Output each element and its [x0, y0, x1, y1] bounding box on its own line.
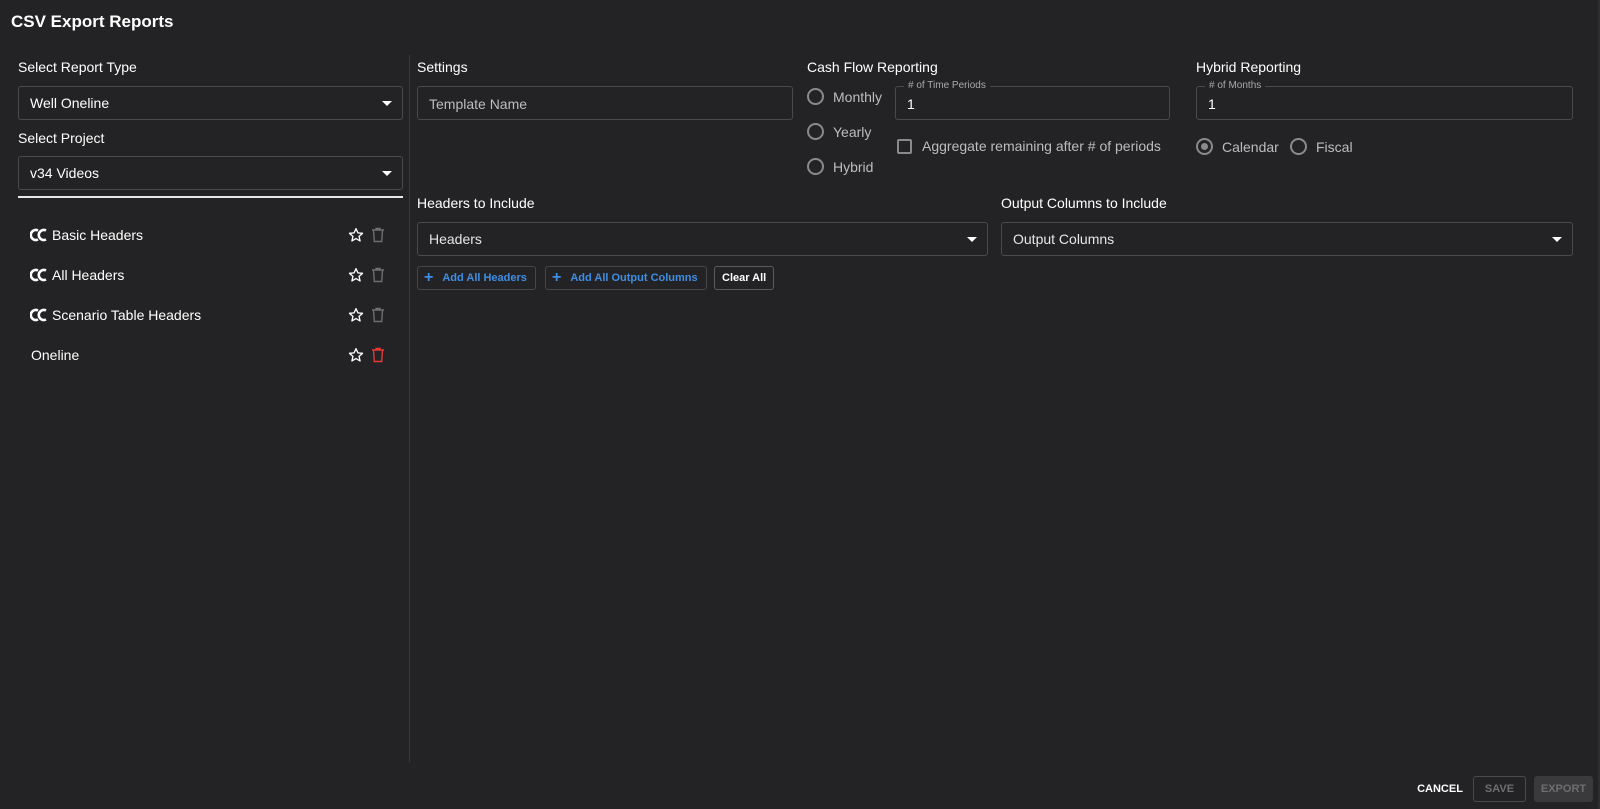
star-outline-icon[interactable]	[348, 227, 364, 243]
cancel-label: CANCEL	[1417, 783, 1463, 795]
project-value: v34 Videos	[30, 165, 100, 181]
project-label: Select Project	[18, 130, 105, 146]
cash-flow-label: Cash Flow Reporting	[807, 59, 938, 75]
time-periods-label: # of Time Periods	[904, 80, 990, 91]
star-outline-icon[interactable]	[348, 307, 364, 323]
radio-circle-checked[interactable]	[1196, 138, 1213, 155]
template-name-placeholder: Template Name	[429, 96, 528, 112]
add-all-headers-label: Add All Headers	[442, 272, 527, 284]
report-type-select[interactable]: Well Oneline	[18, 86, 403, 120]
output-columns-select-value: Output Columns	[1013, 231, 1115, 247]
headers-select-value: Headers	[429, 231, 482, 247]
template-name: All Headers	[52, 267, 125, 283]
template-item-basic-headers[interactable]: Basic Headers	[18, 218, 398, 252]
output-columns-label: Output Columns to Include	[1001, 195, 1167, 211]
radio-calendar-label: Calendar	[1222, 138, 1279, 155]
template-item-all-headers[interactable]: All Headers	[18, 258, 398, 292]
save-label: SAVE	[1484, 783, 1515, 795]
aggregate-label: Aggregate remaining after # of periods	[922, 138, 1161, 154]
clear-all-button[interactable]: Clear All	[714, 266, 775, 290]
radio-fiscal-label: Fiscal	[1316, 138, 1353, 155]
project-divider	[18, 196, 403, 198]
radio-circle[interactable]	[807, 123, 824, 140]
add-all-output-columns-button[interactable]: + Add All Output Columns	[545, 266, 707, 290]
add-all-output-columns-label: Add All Output Columns	[570, 272, 698, 284]
template-item-oneline[interactable]: Oneline	[18, 338, 398, 372]
caret-down-icon	[1552, 237, 1562, 242]
output-columns-select[interactable]: Output Columns	[1001, 222, 1573, 256]
caret-down-icon	[382, 101, 392, 106]
star-outline-icon[interactable]	[348, 347, 364, 363]
settings-label: Settings	[417, 59, 468, 75]
cc-logo-icon	[30, 308, 47, 322]
trash-icon	[372, 267, 384, 283]
radio-fiscal[interactable]: Fiscal	[1290, 138, 1353, 155]
radio-circle[interactable]	[1290, 138, 1307, 155]
cancel-button[interactable]: CANCEL	[1410, 776, 1470, 802]
save-button[interactable]: SAVE	[1473, 776, 1526, 802]
cc-logo-icon	[30, 268, 47, 282]
plus-icon: +	[552, 269, 562, 286]
radio-calendar[interactable]: Calendar	[1196, 138, 1279, 155]
hybrid-label: Hybrid Reporting	[1196, 59, 1302, 75]
radio-circle[interactable]	[807, 158, 824, 175]
cc-logo-icon	[30, 228, 47, 242]
page-title: CSV Export Reports	[11, 12, 174, 31]
radio-circle[interactable]	[807, 88, 824, 105]
template-name: Basic Headers	[52, 227, 144, 243]
report-type-label: Select Report Type	[18, 59, 137, 75]
radio-monthly[interactable]: Monthly	[807, 88, 882, 105]
months-value: 1	[1208, 96, 1216, 112]
template-item-scenario-table-headers[interactable]: Scenario Table Headers	[18, 298, 398, 332]
star-outline-icon[interactable]	[348, 267, 364, 283]
export-button[interactable]: EXPORT	[1534, 776, 1593, 802]
template-name: Scenario Table Headers	[52, 307, 202, 323]
template-name: Oneline	[31, 347, 80, 363]
time-periods-input[interactable]: # of Time Periods 1	[895, 80, 1170, 120]
trash-icon	[372, 227, 384, 243]
panel-divider	[409, 55, 410, 762]
template-name-input[interactable]: Template Name	[417, 86, 793, 120]
radio-yearly-label: Yearly	[833, 123, 872, 140]
caret-down-icon	[967, 237, 977, 242]
aggregate-checkbox[interactable]	[897, 138, 912, 154]
plus-icon: +	[424, 269, 434, 286]
clear-all-label: Clear All	[722, 272, 767, 284]
headers-label: Headers to Include	[417, 195, 535, 211]
time-periods-value: 1	[907, 96, 915, 112]
radio-monthly-label: Monthly	[833, 88, 883, 105]
headers-select[interactable]: Headers	[417, 222, 988, 256]
trash-icon	[372, 307, 384, 323]
project-select[interactable]: v34 Videos	[18, 156, 403, 190]
months-label: # of Months	[1205, 80, 1266, 91]
caret-down-icon	[382, 171, 392, 176]
radio-hybrid-label: Hybrid	[833, 158, 874, 175]
aggregate-checkbox-row[interactable]: Aggregate remaining after # of periods	[897, 138, 1161, 154]
report-type-value: Well Oneline	[30, 95, 110, 111]
export-label: EXPORT	[1540, 783, 1587, 795]
radio-hybrid[interactable]: Hybrid	[807, 158, 873, 175]
trash-icon[interactable]	[371, 347, 385, 363]
add-all-headers-button[interactable]: + Add All Headers	[417, 266, 536, 290]
radio-yearly[interactable]: Yearly	[807, 123, 871, 140]
months-input[interactable]: # of Months 1	[1196, 80, 1573, 120]
